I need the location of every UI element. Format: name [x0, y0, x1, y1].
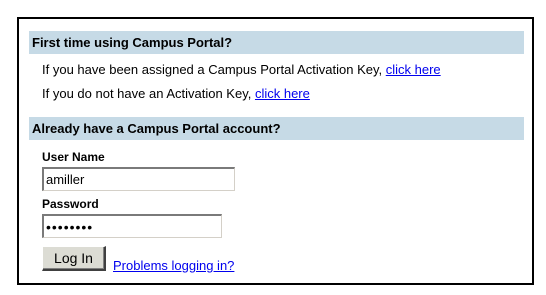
- activation-key-link[interactable]: click here: [386, 62, 441, 77]
- activation-key-text: If you have been assigned a Campus Porta…: [42, 62, 386, 77]
- problems-logging-in-link[interactable]: Problems logging in?: [113, 258, 234, 274]
- no-activation-key-text: If you do not have an Activation Key,: [42, 86, 255, 101]
- password-input[interactable]: [42, 214, 222, 238]
- username-label: User Name: [42, 150, 105, 164]
- first-time-header: First time using Campus Portal?: [29, 31, 524, 54]
- username-input[interactable]: [42, 167, 235, 191]
- no-activation-key-link[interactable]: click here: [255, 86, 310, 101]
- existing-account-header: Already have a Campus Portal account?: [29, 117, 524, 140]
- activation-key-line: If you have been assigned a Campus Porta…: [42, 62, 441, 78]
- login-button[interactable]: Log In: [42, 246, 106, 271]
- no-activation-key-line: If you do not have an Activation Key, cl…: [42, 86, 310, 102]
- password-label: Password: [42, 197, 99, 211]
- login-panel: First time using Campus Portal? If you h…: [17, 17, 534, 285]
